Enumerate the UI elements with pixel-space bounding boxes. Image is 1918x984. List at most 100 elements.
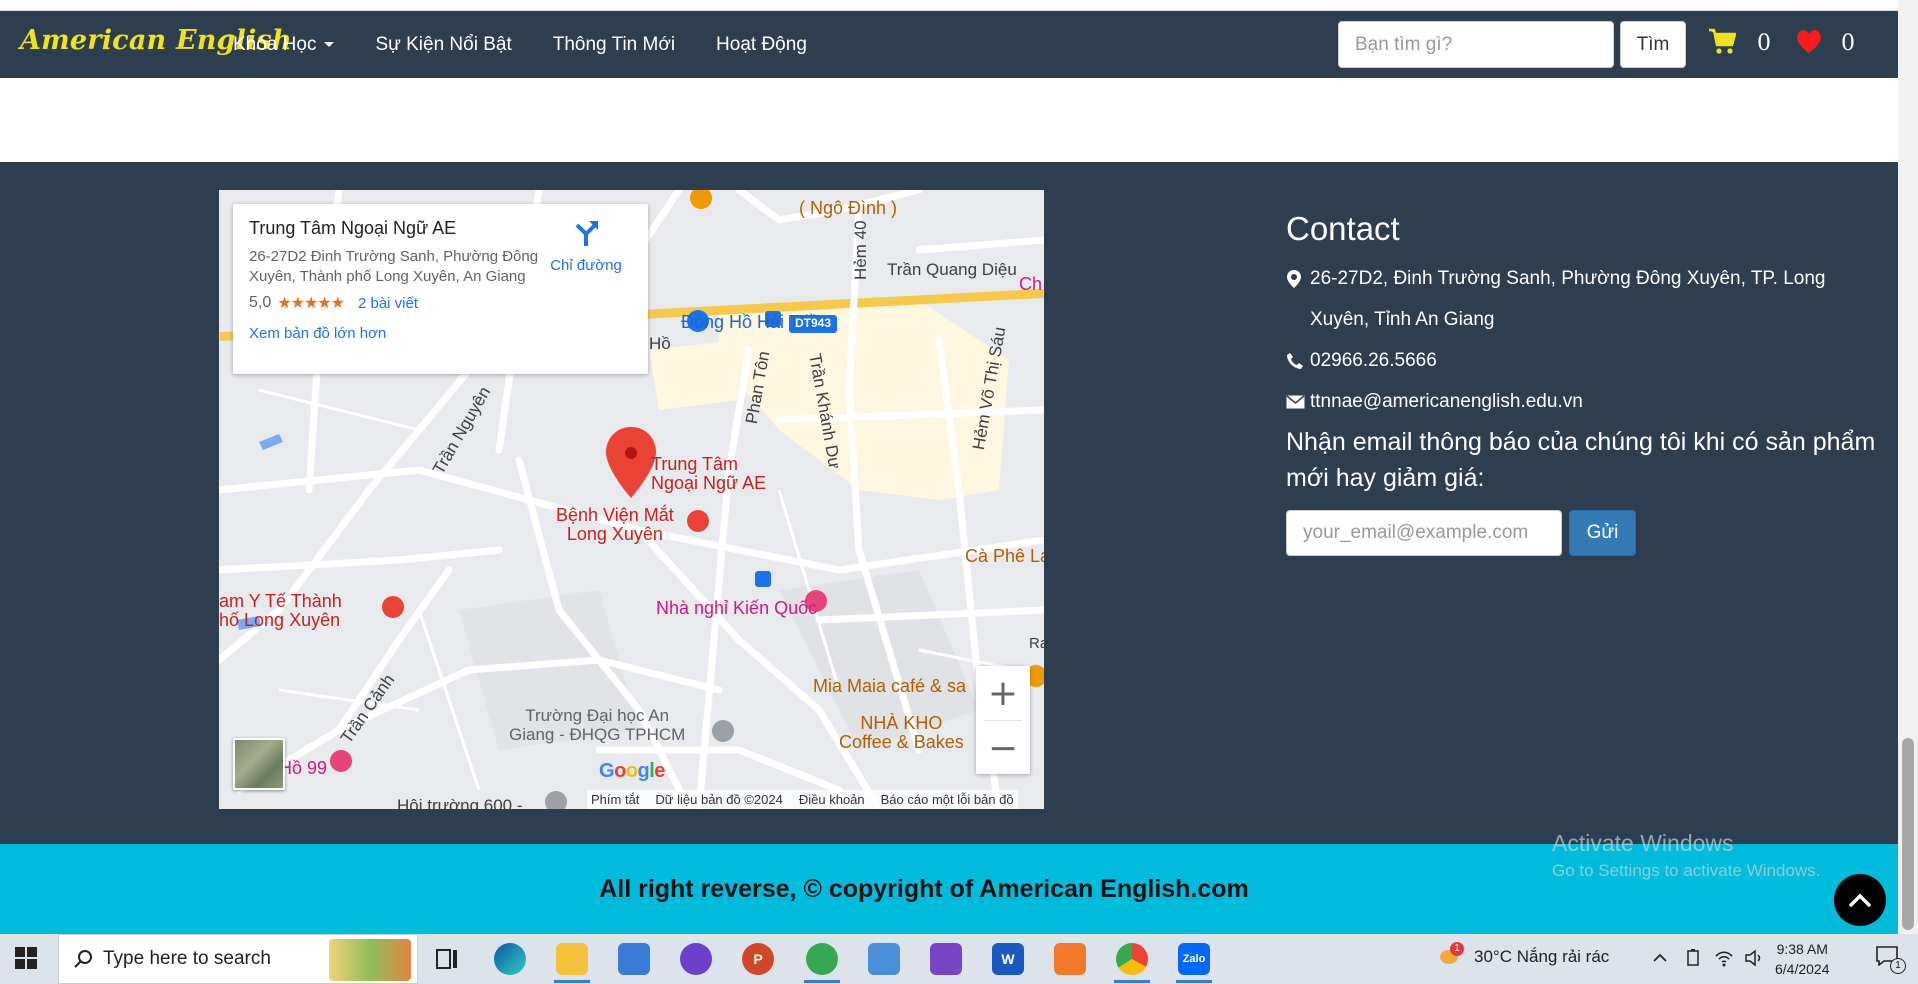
nav-item-hoat-dong[interactable]: Hoạt Động [716,34,807,56]
chevron-up-icon [1849,893,1871,907]
word-icon[interactable]: W [992,943,1024,975]
weather-widget[interactable]: 1 30°C Nắng rải rác [1438,942,1609,968]
map-label-line: Giang - ĐHQG TPHCM [509,725,686,744]
map-report-link[interactable]: Báo cáo một lỗi bản đồ [881,792,1014,807]
phone-icon [1286,340,1310,381]
scrollbar-thumb[interactable] [1902,738,1914,930]
nav-item-thong-tin[interactable]: Thông Tin Mới [553,34,675,56]
pdf-icon[interactable] [1054,943,1086,975]
map-label: Ch [1019,274,1043,294]
active-indicator [1176,980,1212,983]
page: American English Khóa Học Sự Kiện Nổi Bậ… [0,0,1918,984]
map-label: Bệnh Viện Mắt Long Xuyên [556,506,674,544]
map-marker-icon [1286,258,1310,299]
chrome-icon[interactable] [1116,943,1148,975]
nav-item-label: Khóa Học [233,33,317,55]
page-scrollbar[interactable] [1898,0,1918,934]
watermark-title: Activate Windows [1552,830,1734,856]
newsletter-email-input[interactable] [1286,510,1562,556]
taskbar-search[interactable]: Type here to search [58,934,418,984]
wifi-icon[interactable] [1714,949,1734,967]
watermark-subtitle: Go to Settings to activate Windows. [1552,861,1821,880]
larger-map-link[interactable]: Xem bản đồ lớn hơn [249,325,632,342]
map-label: ( Ngô Đình ) [799,198,898,218]
wishlist-count: 0 [1841,31,1855,56]
search-input[interactable] [1338,21,1614,68]
map-label-line: am Y Tế Thành [219,591,342,611]
map-label: Hồ 99 [279,758,328,778]
zoom-in-button[interactable]: + [976,666,1030,720]
rating-stars: ★★★★★ [277,295,345,312]
nav-links: Khóa Học Sự Kiện Nổi Bật Thông Tin Mới H… [233,11,848,78]
google-logo: Google [599,760,665,782]
taskbar-search-placeholder: Type here to search [103,948,271,969]
cart-icon[interactable] [1708,27,1736,57]
newsletter-text: Nhận email thông báo của chúng tôi khi c… [1286,428,1876,492]
copilot-icon[interactable] [930,943,962,975]
contact-address: 26-27D2, Đinh Trường Sanh, Phường Đông X… [1286,258,1876,340]
heart-icon[interactable] [1795,27,1823,55]
nav-item-su-kien[interactable]: Sự Kiện Nổi Bật [375,34,511,56]
map-label: Cà Phê La [965,546,1044,566]
reviews-link[interactable]: 2 bài viết [358,295,418,312]
weather-badge: 1 [1450,942,1464,956]
contact-phone-text: 02966.26.5666 [1310,350,1437,371]
clock-date: 6/4/2024 [1775,961,1830,977]
clock[interactable]: 9:38 AM 6/4/2024 [1775,939,1830,979]
search-button[interactable]: Tìm [1620,21,1686,68]
top-strip [0,0,1898,11]
map-label: Hội trường 600 - [397,796,523,809]
rating-value: 5,0 [249,294,272,311]
map-label: DT943 [795,316,832,330]
search-icon [74,950,92,968]
active-indicator [804,980,840,983]
task-view-icon[interactable] [436,949,458,969]
edge-icon[interactable] [494,943,526,975]
contact-email-text[interactable]: ttnnae@americanenglish.edu.vn [1310,381,1583,422]
map-label: Hẻm 40 [851,220,870,280]
map-label-line: NHÀ KHO [860,713,943,733]
map-terms-link[interactable]: Điều khoản [799,792,865,807]
caret-down-icon [324,42,335,47]
zoom-control: + − [976,666,1030,774]
notification-button[interactable]: 1 [1876,946,1906,974]
taskbar: Type here to search P W Zalo 1 30°C Nắng… [0,934,1918,984]
map-label-line: Coffee & Bakes [839,732,964,752]
chevron-up-icon[interactable] [1652,952,1668,964]
windows-start-icon[interactable] [15,947,37,969]
notification-count: 1 [1890,958,1906,974]
place-address: 26-27D2 Đinh Trường Sanh, Phường Đông Xu… [249,248,539,285]
battery-icon[interactable] [1684,949,1702,967]
zoom-out-button[interactable]: − [976,721,1030,775]
map-label: NHÀ KHO Coffee & Bakes [839,714,964,752]
powerpoint-icon[interactable]: P [742,943,774,975]
nav-item-khoa-hoc[interactable]: Khóa Học [233,33,335,56]
map-label: Ra [1029,635,1044,652]
send-button[interactable]: Gửi [1569,510,1636,556]
volume-icon[interactable] [1744,949,1764,967]
google-map[interactable]: ( Ngô Đình ) Trần Quang Diệu Đồng Hồ Hải… [219,190,1044,809]
satellite-toggle[interactable] [233,738,285,790]
active-indicator [554,980,590,983]
map-label-line: Bệnh Viện Mắt [556,505,674,525]
pin-label-line: Ngoại Ngữ AE [651,473,767,493]
scroll-to-top-button[interactable] [1834,874,1886,926]
weather-icon: 1 [1438,942,1464,968]
map-label: am Y Tế Thành hố Long Xuyên [219,592,342,630]
map-label: Nhà nghỉ Kiến Quốc [656,598,818,618]
map-shortcuts-link[interactable]: Phím tắt [591,792,639,807]
app-icon[interactable] [806,943,838,975]
cart-count: 0 [1757,31,1771,56]
github-icon[interactable] [680,943,712,975]
map-label-line: Trường Đại học An [525,706,670,725]
map-label-line: hố Long Xuyên [219,610,341,630]
envelope-icon [1286,381,1310,422]
file-explorer-icon[interactable] [556,943,588,975]
map-label-line: Long Xuyên [566,524,663,544]
map-data-label: Dữ liệu bản đồ ©2024 [655,792,783,807]
directions-button[interactable]: Chỉ đường [546,218,626,274]
place-rating: 5,0 ★★★★★ 2 bài viết [249,293,632,313]
store-icon[interactable] [618,943,650,975]
remote-desktop-icon[interactable] [868,943,900,975]
zalo-icon[interactable]: Zalo [1178,943,1210,975]
